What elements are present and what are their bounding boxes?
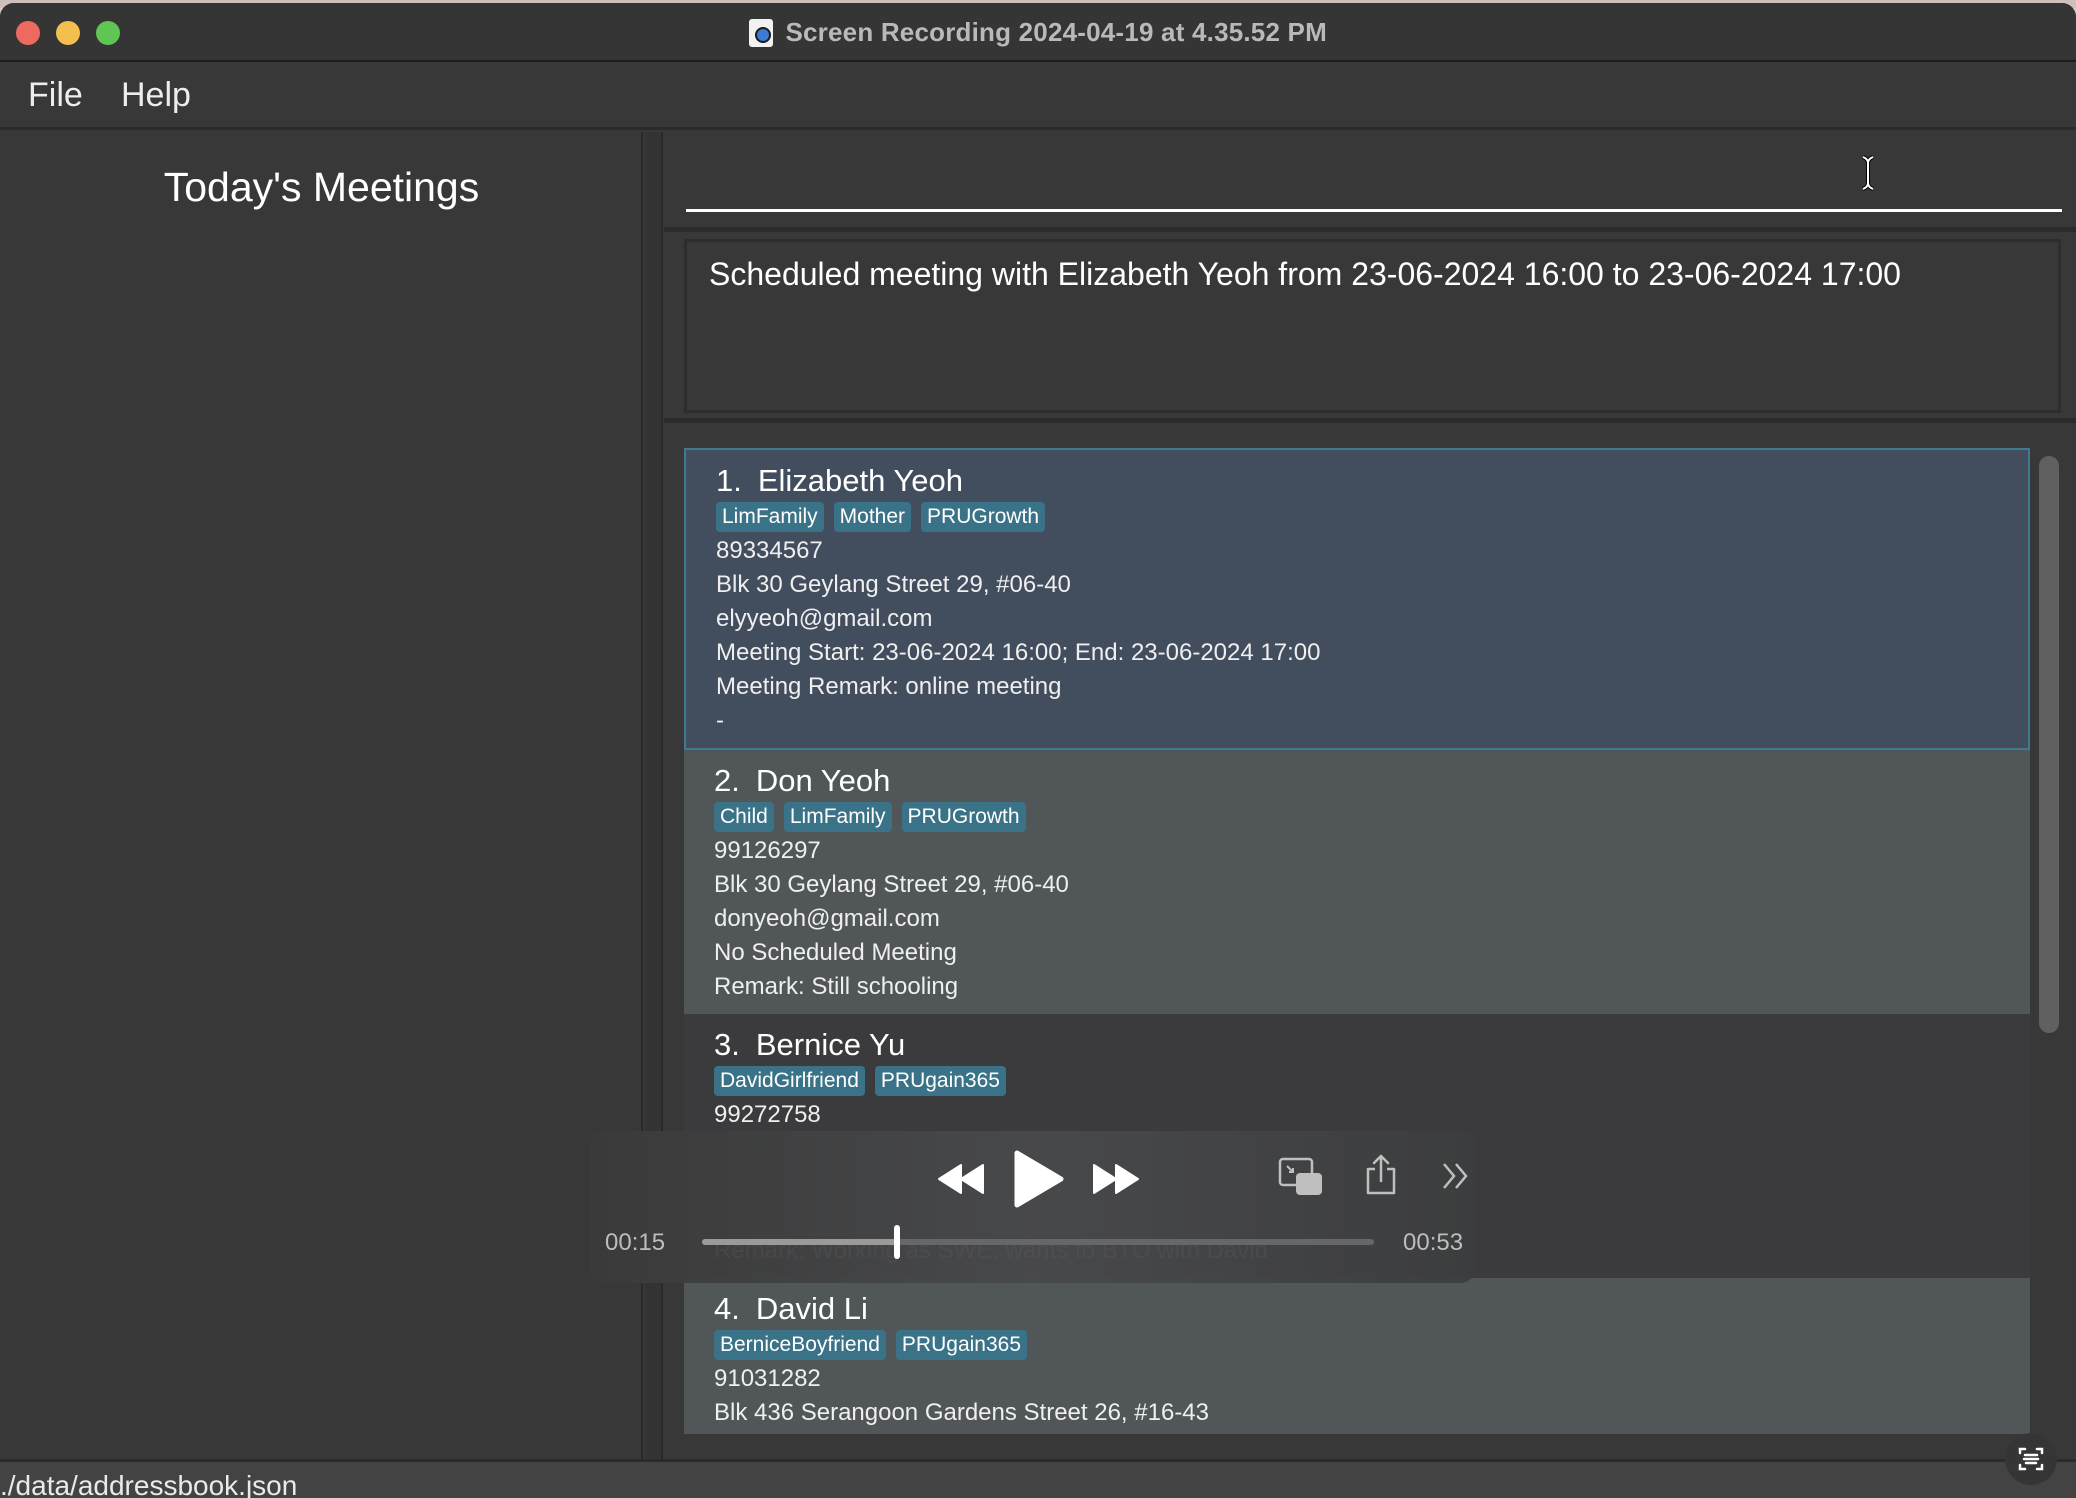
status-bar: ./data/addressbook.json xyxy=(0,1459,2076,1498)
person-meeting: Meeting Start: 23-06-2024 16:00; End: 23… xyxy=(716,639,1321,666)
playback-controls-overlay: 00:15 00:53 xyxy=(590,1131,1475,1283)
person-phone: 89334567 xyxy=(716,537,823,564)
tag: LimFamily xyxy=(716,502,824,532)
person-address: Blk 30 Geylang Street 29, #06-40 xyxy=(716,571,1071,598)
rewind-icon[interactable] xyxy=(935,1161,987,1197)
tag: DavidGirlfriend xyxy=(714,1066,865,1096)
seek-bar-thumb[interactable] xyxy=(893,1225,900,1259)
person-list-panel: 1. Elizabeth Yeoh LimFamily Mother PRUGro… xyxy=(664,428,2076,1459)
tag: LimFamily xyxy=(783,802,892,832)
person-card[interactable]: 2. Don Yeoh Child LimFamily PRUGrowth 991… xyxy=(684,750,2030,1014)
more-icon[interactable] xyxy=(1441,1161,1471,1191)
person-remark: - xyxy=(716,707,724,734)
video-file-icon xyxy=(749,18,774,47)
person-address: Blk 30 Geylang Street 29, #06-40 xyxy=(714,871,1069,898)
person-phone: 99126297 xyxy=(714,837,821,864)
person-list-scrollbar[interactable] xyxy=(2039,456,2059,1033)
result-display: Scheduled meeting with Elizabeth Yeoh fr… xyxy=(684,239,2061,413)
tag: Child xyxy=(714,802,774,832)
person-phone: 91031282 xyxy=(714,1365,821,1392)
fast-forward-icon[interactable] xyxy=(1090,1161,1142,1197)
tag-list: Child LimFamily PRUGrowth xyxy=(714,802,2030,832)
person-phone: 99272758 xyxy=(714,1101,821,1128)
person-name: David Li xyxy=(755,1291,868,1326)
current-time: 00:15 xyxy=(605,1229,666,1256)
play-icon[interactable] xyxy=(1011,1149,1067,1209)
live-text-button[interactable] xyxy=(2005,1433,2057,1485)
tag: BerniceBoyfriend xyxy=(714,1330,886,1360)
person-index: 3. xyxy=(714,1027,740,1062)
person-email: donyeoh@gmail.com xyxy=(714,905,940,932)
menu-bar: File Help xyxy=(0,64,2076,130)
tag: PRUgain365 xyxy=(895,1330,1028,1360)
person-meeting-remark: Meeting Remark: online meeting xyxy=(716,673,1062,700)
seek-bar-progress xyxy=(702,1239,897,1245)
person-card[interactable]: 4. David Li BerniceBoyfriend PRUgain365 9… xyxy=(684,1278,2030,1434)
person-list[interactable]: 1. Elizabeth Yeoh LimFamily Mother PRUGro… xyxy=(684,448,2030,1434)
person-name-row: 1. Elizabeth Yeoh xyxy=(716,462,2028,500)
person-address: Blk 436 Serangoon Gardens Street 26, #16… xyxy=(714,1399,1209,1426)
save-location-path: ./data/addressbook.json xyxy=(0,1470,298,1498)
command-input[interactable] xyxy=(686,132,2062,212)
person-name: Don Yeoh xyxy=(755,763,891,798)
person-name-row: 3. Bernice Yu xyxy=(714,1026,2030,1064)
picture-in-picture-icon[interactable] xyxy=(1278,1157,1324,1197)
person-index: 1. xyxy=(716,463,742,498)
title-bar: Screen Recording 2024-04-19 at 4.35.52 P… xyxy=(0,3,2076,62)
app-window: Screen Recording 2024-04-19 at 4.35.52 P… xyxy=(0,3,2076,1498)
tag: Mother xyxy=(833,502,912,532)
tag: PRUGrowth xyxy=(901,802,1026,832)
person-meeting: No Scheduled Meeting xyxy=(714,939,957,966)
tag-list: LimFamily Mother PRUGrowth xyxy=(716,502,2028,532)
tag-list: DavidGirlfriend PRUgain365 xyxy=(714,1066,2030,1096)
menu-help[interactable]: Help xyxy=(121,76,191,115)
tag: PRUGrowth xyxy=(921,502,1046,532)
duration: 00:53 xyxy=(1403,1229,1464,1256)
share-icon[interactable] xyxy=(1364,1153,1398,1197)
person-name-row: 2. Don Yeoh xyxy=(714,762,2030,800)
person-email: elyyeoh@gmail.com xyxy=(716,605,933,632)
tag-list: BerniceBoyfriend PRUgain365 xyxy=(714,1330,2030,1360)
person-name: Elizabeth Yeoh xyxy=(757,463,963,498)
live-text-icon xyxy=(2018,1447,2044,1471)
seek-bar[interactable] xyxy=(702,1225,1374,1259)
todays-meetings-title: Today's Meetings xyxy=(163,164,480,210)
person-name-row: 4. David Li xyxy=(714,1290,2030,1328)
person-index: 4. xyxy=(714,1291,740,1326)
person-card[interactable]: 1. Elizabeth Yeoh LimFamily Mother PRUGro… xyxy=(684,448,2030,750)
person-index: 2. xyxy=(714,763,740,798)
window-title: Screen Recording 2024-04-19 at 4.35.52 P… xyxy=(785,17,1327,47)
result-display-panel: Scheduled meeting with Elizabeth Yeoh fr… xyxy=(664,237,2076,423)
menu-file[interactable]: File xyxy=(28,76,83,115)
result-message: Scheduled meeting with Elizabeth Yeoh fr… xyxy=(709,256,1901,292)
person-remark: Remark: Still schooling xyxy=(714,973,959,1000)
person-name: Bernice Yu xyxy=(755,1027,906,1062)
text-cursor-icon xyxy=(1862,155,1874,191)
tag: PRUgain365 xyxy=(874,1066,1006,1096)
window-title-group: Screen Recording 2024-04-19 at 4.35.52 P… xyxy=(0,17,2076,48)
todays-meetings-panel: Today's Meetings xyxy=(0,132,643,1459)
